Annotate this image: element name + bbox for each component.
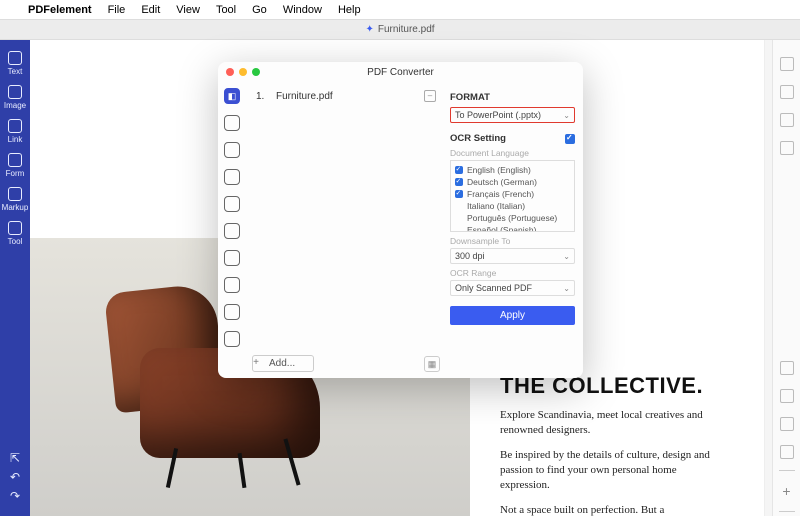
document-tabbar: ✦ Furniture.pdf [0,20,800,40]
file-index: 1. [256,91,266,102]
ocr-range-heading: OCR Range [450,268,575,278]
panel-icon-5[interactable] [780,361,794,375]
language-heading: Document Language [450,148,575,158]
image-icon [8,85,22,99]
converter-type-icon[interactable] [224,277,240,293]
converter-type-icon[interactable] [224,115,240,131]
zoom-icon[interactable] [252,68,260,76]
downsample-heading: Downsample To [450,236,575,246]
menu-tool[interactable]: Tool [208,4,244,16]
ocr-range-select[interactable]: Only Scanned PDF⌄ [450,280,575,296]
converter-type-icon[interactable] [224,142,240,158]
text-icon [8,51,22,65]
right-panel-sidebar: + [772,40,800,516]
panel-icon-1[interactable] [780,57,794,71]
converter-type-icon[interactable] [224,331,240,347]
menu-window[interactable]: Window [275,4,330,16]
ocr-heading: OCR Setting [450,133,506,144]
checkbox-icon[interactable] [455,178,463,186]
panel-icon-6[interactable] [780,389,794,403]
lang-option[interactable]: English (English) [455,164,570,176]
minimize-icon[interactable] [239,68,247,76]
dialog-title: PDF Converter [367,67,434,78]
scrollbar[interactable] [764,40,772,516]
body-paragraph: Be inspired by the details of culture, d… [500,448,725,493]
lang-option[interactable]: Português (Portuguese) [455,212,570,224]
menu-edit[interactable]: Edit [133,4,168,16]
link-icon [8,119,22,133]
tool-tool[interactable]: Tool [3,218,27,248]
file-row[interactable]: 1. Furniture.pdf – [252,88,440,104]
ocr-toggle[interactable] [565,134,575,144]
converter-type-icon[interactable] [224,196,240,212]
converter-type-icon[interactable] [224,304,240,320]
file-list: 1. Furniture.pdf – Add... ▦ [246,82,446,378]
dialog-sidebar: ◧ [218,82,246,378]
tool-icon [8,221,22,235]
menu-file[interactable]: File [100,4,134,16]
format-select[interactable]: To PowerPoint (.pptx)⌄ [450,107,575,123]
grid-view-icon[interactable]: ▦ [424,356,440,372]
document-title[interactable]: Furniture.pdf [378,24,435,35]
redo-icon[interactable]: ↷ [8,489,22,503]
close-icon[interactable] [226,68,234,76]
share-icon[interactable]: ⇱ [8,451,22,465]
dialog-titlebar[interactable]: PDF Converter [218,62,583,82]
panel-icon-3[interactable] [780,113,794,127]
chevron-down-icon: ⌄ [563,284,570,293]
chevron-down-icon: ⌄ [563,111,570,120]
tool-markup[interactable]: Markup [3,184,27,214]
menu-help[interactable]: Help [330,4,369,16]
markup-icon [8,187,22,201]
panel-icon-2[interactable] [780,85,794,99]
format-heading: FORMAT [450,92,575,103]
remove-file-icon[interactable]: – [424,90,436,102]
lang-option[interactable]: Deutsch (German) [455,176,570,188]
converter-type-icon[interactable] [224,250,240,266]
panel-icon-4[interactable] [780,141,794,155]
language-list[interactable]: English (English) Deutsch (German) Franç… [450,160,575,232]
undo-icon[interactable]: ↶ [8,470,22,484]
downsample-select[interactable]: 300 dpi⌄ [450,248,575,264]
panel-icon-8[interactable] [780,445,794,459]
body-paragraph: Explore Scandinavia, meet local creative… [500,408,725,438]
lang-option[interactable]: Italiano (Italian) [455,200,570,212]
converter-type-active[interactable]: ◧ [224,88,240,104]
file-name: Furniture.pdf [276,91,333,102]
chevron-down-icon: ⌄ [563,252,570,261]
add-panel-icon[interactable]: + [782,483,790,499]
menu-go[interactable]: Go [244,4,275,16]
add-file-button[interactable]: Add... [252,355,314,372]
tool-form[interactable]: Form [3,150,27,180]
menu-view[interactable]: View [168,4,208,16]
tool-link[interactable]: Link [3,116,27,146]
lang-option[interactable]: Español (Spanish) [455,224,570,232]
panel-icon-7[interactable] [780,417,794,431]
form-icon [8,153,22,167]
converter-type-icon[interactable] [224,169,240,185]
pdf-converter-dialog: PDF Converter ◧ 1. Furniture.pdf – [218,62,583,378]
checkbox-icon[interactable] [455,190,463,198]
app-name[interactable]: PDFelement [20,4,100,16]
tool-text[interactable]: Text [3,48,27,78]
lang-option[interactable]: Français (French) [455,188,570,200]
left-tool-sidebar: Text Image Link Form Markup Tool ⇱ ↶ ↷ [0,40,30,516]
mac-menubar: PDFelement File Edit View Tool Go Window… [0,0,800,20]
apply-button[interactable]: Apply [450,306,575,325]
checkbox-icon[interactable] [455,166,463,174]
dialog-settings: FORMAT To PowerPoint (.pptx)⌄ OCR Settin… [446,82,583,378]
doc-icon: ✦ [365,24,373,35]
tool-image[interactable]: Image [3,82,27,112]
body-paragraph: Not a space built on perfection. But a [500,503,725,516]
converter-type-icon[interactable] [224,223,240,239]
